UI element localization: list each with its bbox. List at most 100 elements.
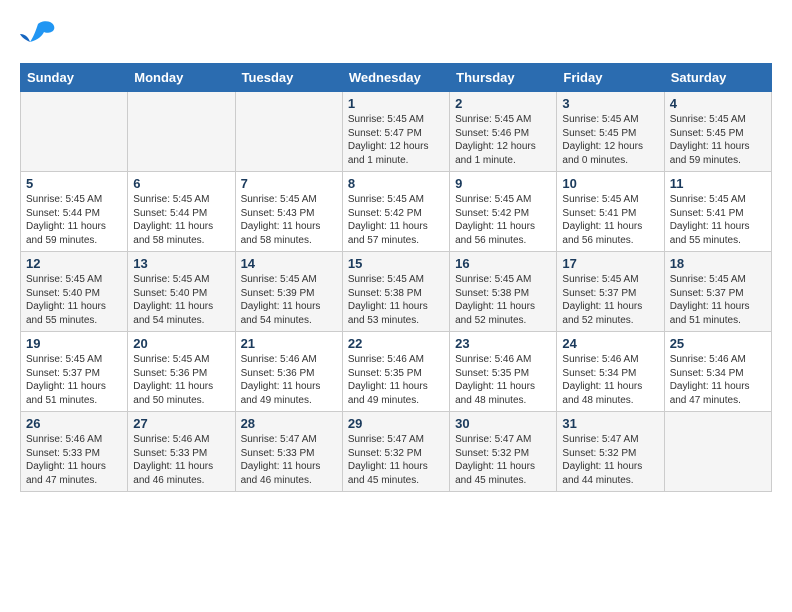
- calendar-cell: [664, 412, 771, 492]
- calendar-cell: 7Sunrise: 5:45 AM Sunset: 5:43 PM Daylig…: [235, 172, 342, 252]
- day-number: 23: [455, 336, 551, 351]
- calendar-cell: 19 Sunrise: 5:45 AM Sunset: 5:37 PM Dayli…: [21, 332, 128, 412]
- header-friday: Friday: [557, 64, 664, 92]
- week-row-4: 19 Sunrise: 5:45 AM Sunset: 5:37 PM Dayli…: [21, 332, 772, 412]
- calendar-cell: 11Sunrise: 5:45 AM Sunset: 5:41 PM Dayli…: [664, 172, 771, 252]
- day-content: Sunrise: 5:46 AM Sunset: 5:33 PM Dayligh…: [26, 433, 122, 487]
- page-header: [20, 20, 772, 53]
- calendar-table: SundayMondayTuesdayWednesdayThursdayFrid…: [20, 63, 772, 492]
- day-number: 18: [670, 256, 766, 271]
- day-number: 19: [26, 336, 122, 351]
- day-content: Sunrise: 5:45 AM Sunset: 5:38 PM Dayligh…: [348, 273, 444, 327]
- day-number: 9: [455, 176, 551, 191]
- day-number: 7: [241, 176, 337, 191]
- day-number: 27: [133, 416, 229, 431]
- calendar-cell: 2 Sunrise: 5:45 AM Sunset: 5:46 PM Daylig…: [450, 92, 557, 172]
- header-tuesday: Tuesday: [235, 64, 342, 92]
- calendar-cell: 31 Sunrise: 5:47 AM Sunset: 5:32 PM Dayli…: [557, 412, 664, 492]
- day-content: Sunrise: 5:45 AM Sunset: 5:37 PM Dayligh…: [26, 353, 122, 407]
- day-content: Sunrise: 5:46 AM Sunset: 5:33 PM Dayligh…: [133, 433, 229, 487]
- calendar-cell: 8 Sunrise: 5:45 AM Sunset: 5:42 PM Daylig…: [342, 172, 449, 252]
- week-row-1: 1 Sunrise: 5:45 AM Sunset: 5:47 PM Daylig…: [21, 92, 772, 172]
- day-content: Sunrise: 5:45 AM Sunset: 5:42 PM Dayligh…: [455, 193, 551, 247]
- day-number: 31: [562, 416, 658, 431]
- day-number: 15: [348, 256, 444, 271]
- day-number: 3: [562, 96, 658, 111]
- day-number: 12: [26, 256, 122, 271]
- calendar-cell: 23Sunrise: 5:46 AM Sunset: 5:35 PM Dayli…: [450, 332, 557, 412]
- day-content: Sunrise: 5:45 AM Sunset: 5:40 PM Dayligh…: [133, 273, 229, 327]
- day-content: Sunrise: 5:46 AM Sunset: 5:34 PM Dayligh…: [670, 353, 766, 407]
- calendar-cell: 15 Sunrise: 5:45 AM Sunset: 5:38 PM Dayli…: [342, 252, 449, 332]
- day-number: 6: [133, 176, 229, 191]
- week-row-2: 5 Sunrise: 5:45 AM Sunset: 5:44 PM Daylig…: [21, 172, 772, 252]
- day-number: 21: [241, 336, 337, 351]
- day-content: Sunrise: 5:46 AM Sunset: 5:35 PM Dayligh…: [348, 353, 444, 407]
- calendar-cell: 6 Sunrise: 5:45 AM Sunset: 5:44 PM Daylig…: [128, 172, 235, 252]
- calendar-cell: 29 Sunrise: 5:47 AM Sunset: 5:32 PM Dayli…: [342, 412, 449, 492]
- calendar-cell: 26 Sunrise: 5:46 AM Sunset: 5:33 PM Dayli…: [21, 412, 128, 492]
- day-number: 14: [241, 256, 337, 271]
- calendar-cell: 3 Sunrise: 5:45 AM Sunset: 5:45 PM Daylig…: [557, 92, 664, 172]
- calendar-cell: 5 Sunrise: 5:45 AM Sunset: 5:44 PM Daylig…: [21, 172, 128, 252]
- day-content: Sunrise: 5:45 AM Sunset: 5:47 PM Dayligh…: [348, 113, 444, 167]
- day-content: Sunrise: 5:45 AM Sunset: 5:44 PM Dayligh…: [26, 193, 122, 247]
- day-number: 1: [348, 96, 444, 111]
- day-content: Sunrise: 5:47 AM Sunset: 5:32 PM Dayligh…: [455, 433, 551, 487]
- day-number: 22: [348, 336, 444, 351]
- day-content: Sunrise: 5:45 AM Sunset: 5:38 PM Dayligh…: [455, 273, 551, 327]
- day-content: Sunrise: 5:45 AM Sunset: 5:41 PM Dayligh…: [562, 193, 658, 247]
- calendar-cell: 25Sunrise: 5:46 AM Sunset: 5:34 PM Dayli…: [664, 332, 771, 412]
- calendar-header-row: SundayMondayTuesdayWednesdayThursdayFrid…: [21, 64, 772, 92]
- calendar-cell: [235, 92, 342, 172]
- day-content: Sunrise: 5:47 AM Sunset: 5:32 PM Dayligh…: [562, 433, 658, 487]
- day-number: 13: [133, 256, 229, 271]
- day-content: Sunrise: 5:45 AM Sunset: 5:45 PM Dayligh…: [562, 113, 658, 167]
- day-content: Sunrise: 5:47 AM Sunset: 5:32 PM Dayligh…: [348, 433, 444, 487]
- logo-bird-icon: [20, 20, 56, 48]
- calendar-cell: 17Sunrise: 5:45 AM Sunset: 5:37 PM Dayli…: [557, 252, 664, 332]
- calendar-cell: 13 Sunrise: 5:45 AM Sunset: 5:40 PM Dayli…: [128, 252, 235, 332]
- calendar-cell: 1 Sunrise: 5:45 AM Sunset: 5:47 PM Daylig…: [342, 92, 449, 172]
- day-number: 5: [26, 176, 122, 191]
- day-number: 4: [670, 96, 766, 111]
- calendar-cell: 30 Sunrise: 5:47 AM Sunset: 5:32 PM Dayli…: [450, 412, 557, 492]
- day-number: 30: [455, 416, 551, 431]
- day-content: Sunrise: 5:45 AM Sunset: 5:44 PM Dayligh…: [133, 193, 229, 247]
- day-number: 2: [455, 96, 551, 111]
- calendar-cell: [128, 92, 235, 172]
- calendar-cell: 18Sunrise: 5:45 AM Sunset: 5:37 PM Dayli…: [664, 252, 771, 332]
- calendar-cell: [21, 92, 128, 172]
- calendar-cell: 24Sunrise: 5:46 AM Sunset: 5:34 PM Dayli…: [557, 332, 664, 412]
- week-row-3: 12 Sunrise: 5:45 AM Sunset: 5:40 PM Dayli…: [21, 252, 772, 332]
- day-number: 29: [348, 416, 444, 431]
- calendar-cell: 9 Sunrise: 5:45 AM Sunset: 5:42 PM Daylig…: [450, 172, 557, 252]
- header-thursday: Thursday: [450, 64, 557, 92]
- day-number: 11: [670, 176, 766, 191]
- day-content: Sunrise: 5:45 AM Sunset: 5:39 PM Dayligh…: [241, 273, 337, 327]
- day-number: 10: [562, 176, 658, 191]
- header-saturday: Saturday: [664, 64, 771, 92]
- calendar-cell: 28Sunrise: 5:47 AM Sunset: 5:33 PM Dayli…: [235, 412, 342, 492]
- day-number: 16: [455, 256, 551, 271]
- day-number: 8: [348, 176, 444, 191]
- header-monday: Monday: [128, 64, 235, 92]
- calendar-cell: 20Sunrise: 5:45 AM Sunset: 5:36 PM Dayli…: [128, 332, 235, 412]
- header-wednesday: Wednesday: [342, 64, 449, 92]
- calendar-cell: 21Sunrise: 5:46 AM Sunset: 5:36 PM Dayli…: [235, 332, 342, 412]
- day-number: 28: [241, 416, 337, 431]
- calendar-cell: 16 Sunrise: 5:45 AM Sunset: 5:38 PM Dayli…: [450, 252, 557, 332]
- day-number: 20: [133, 336, 229, 351]
- day-content: Sunrise: 5:45 AM Sunset: 5:46 PM Dayligh…: [455, 113, 551, 167]
- calendar-cell: 12 Sunrise: 5:45 AM Sunset: 5:40 PM Dayli…: [21, 252, 128, 332]
- day-content: Sunrise: 5:45 AM Sunset: 5:42 PM Dayligh…: [348, 193, 444, 247]
- week-row-5: 26 Sunrise: 5:46 AM Sunset: 5:33 PM Dayli…: [21, 412, 772, 492]
- day-content: Sunrise: 5:45 AM Sunset: 5:40 PM Dayligh…: [26, 273, 122, 327]
- day-number: 24: [562, 336, 658, 351]
- calendar-cell: 22 Sunrise: 5:46 AM Sunset: 5:35 PM Dayli…: [342, 332, 449, 412]
- day-content: Sunrise: 5:45 AM Sunset: 5:37 PM Dayligh…: [562, 273, 658, 327]
- calendar-cell: 27 Sunrise: 5:46 AM Sunset: 5:33 PM Dayli…: [128, 412, 235, 492]
- logo: [20, 20, 60, 53]
- calendar-cell: 10 Sunrise: 5:45 AM Sunset: 5:41 PM Dayli…: [557, 172, 664, 252]
- day-number: 26: [26, 416, 122, 431]
